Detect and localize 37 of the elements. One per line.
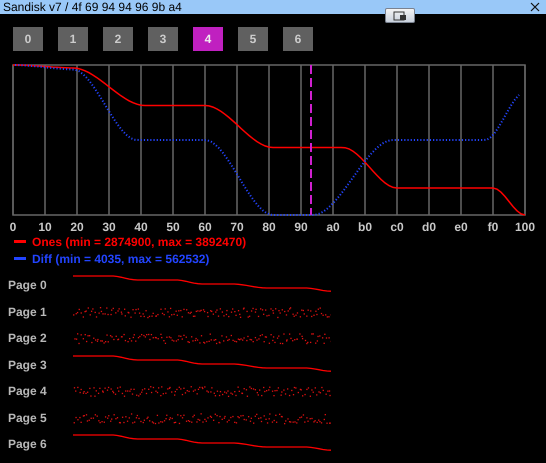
legend-label: Diff (min = 4035, max = 562532) [32,252,210,266]
page-label: Page 0 [8,278,48,292]
axis-label: 60 [198,220,212,234]
page-tab[interactable]: 6 [283,27,313,51]
axis-label: d0 [422,220,436,234]
axis-label: 80 [262,220,276,234]
axis-label: f0 [488,220,498,234]
page-label: Page 4 [8,384,48,398]
page-tab[interactable]: 4 [193,27,223,51]
legend-label: Ones (min = 2874900, max = 3892470) [32,234,246,248]
axis-label: 30 [102,220,116,234]
restore-button[interactable] [385,8,415,23]
page-tab[interactable]: 2 [103,27,133,51]
close-icon[interactable] [530,2,540,12]
axis-label: 50 [166,220,180,234]
axis-label: c0 [390,220,404,234]
axis-label: 40 [134,220,148,234]
page-label: Page 5 [8,410,48,425]
axis-label: 0 [10,220,16,234]
axis-label: 90 [294,220,308,234]
axis-label: 10 [38,220,52,234]
page-label: Page 2 [8,331,48,346]
window-icon [393,10,407,20]
axis-label: b0 [358,220,372,234]
axis-label: e0 [454,220,468,234]
page-tab[interactable]: 3 [148,27,178,51]
axis-label: a0 [326,220,340,234]
page-tab[interactable]: 0 [13,27,43,51]
axis-label: 70 [230,220,244,234]
window-title: Sandisk v7 / 4f 69 94 94 96 9b a4 [3,0,182,14]
axis-label: 100 [514,220,536,234]
page-label: Page 1 [8,304,48,319]
page-label: Page 6 [8,437,48,452]
page-tab[interactable]: 5 [238,27,268,51]
axis-label: 20 [70,220,84,234]
page-label: Page 3 [8,358,48,372]
page-tab[interactable]: 1 [58,27,88,51]
